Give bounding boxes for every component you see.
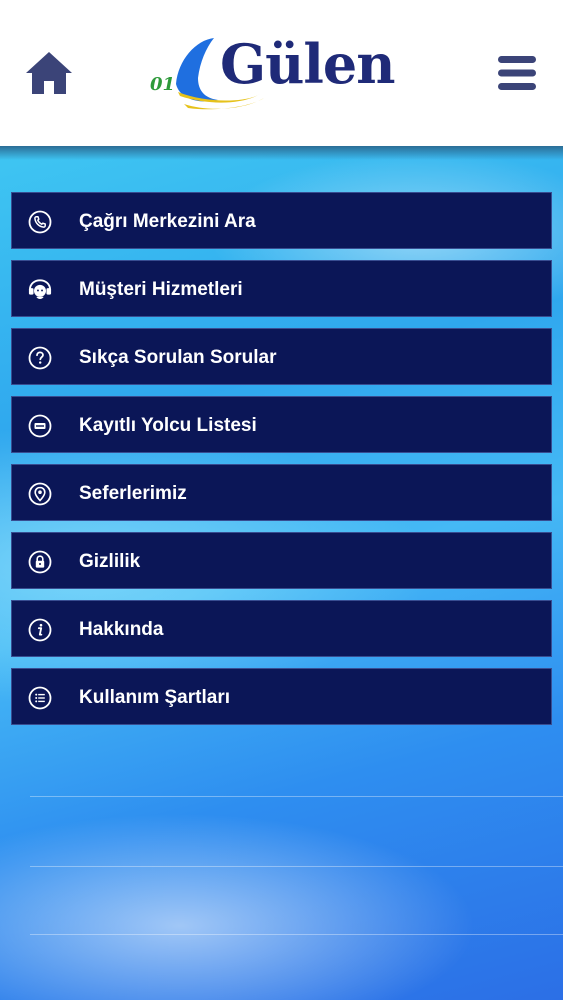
support-agent-icon bbox=[28, 278, 52, 302]
list-icon bbox=[28, 686, 52, 710]
brand-name: Gülen bbox=[220, 32, 396, 96]
menu-item-label: Gizlilik bbox=[79, 551, 141, 572]
background-streak bbox=[30, 796, 563, 797]
menu-item-terms[interactable]: Kullanım Şartları bbox=[11, 668, 552, 725]
passenger-list-icon bbox=[28, 414, 52, 438]
main-content: Çağrı Merkezini Ara Müşteri Hizmetleri S… bbox=[0, 146, 563, 1000]
menu-list: Çağrı Merkezini Ara Müşteri Hizmetleri S… bbox=[11, 192, 552, 736]
menu-item-call-center[interactable]: Çağrı Merkezini Ara bbox=[11, 192, 552, 249]
menu-item-label: Müşteri Hizmetleri bbox=[79, 279, 243, 300]
hamburger-menu-icon bbox=[498, 56, 536, 90]
home-icon bbox=[26, 52, 72, 94]
brand-logo: 01 Gülen bbox=[148, 32, 416, 112]
app-header: 01 Gülen bbox=[0, 0, 563, 146]
menu-item-faq[interactable]: Sıkça Sorulan Sorular bbox=[11, 328, 552, 385]
svg-text:01: 01 bbox=[150, 74, 175, 95]
menu-item-label: Hakkında bbox=[79, 619, 164, 640]
question-icon bbox=[28, 346, 52, 370]
menu-item-privacy[interactable]: Gizlilik bbox=[11, 532, 552, 589]
background-streak bbox=[30, 866, 563, 867]
menu-item-about[interactable]: Hakkında bbox=[11, 600, 552, 657]
menu-item-label: Kayıtlı Yolcu Listesi bbox=[79, 415, 257, 436]
phone-icon bbox=[28, 210, 52, 234]
lock-icon bbox=[28, 550, 52, 574]
menu-item-passenger-list[interactable]: Kayıtlı Yolcu Listesi bbox=[11, 396, 552, 453]
menu-item-customer-service[interactable]: Müşteri Hizmetleri bbox=[11, 260, 552, 317]
info-icon bbox=[28, 618, 52, 642]
hamburger-menu-button[interactable] bbox=[497, 54, 537, 92]
background-streak bbox=[30, 934, 563, 935]
menu-item-label: Seferlerimiz bbox=[79, 483, 187, 504]
menu-item-trips[interactable]: Seferlerimiz bbox=[11, 464, 552, 521]
menu-item-label: Kullanım Şartları bbox=[79, 687, 230, 708]
home-button[interactable] bbox=[24, 48, 74, 98]
location-pin-icon bbox=[28, 482, 52, 506]
menu-item-label: Sıkça Sorulan Sorular bbox=[79, 347, 277, 368]
menu-item-label: Çağrı Merkezini Ara bbox=[79, 211, 256, 232]
